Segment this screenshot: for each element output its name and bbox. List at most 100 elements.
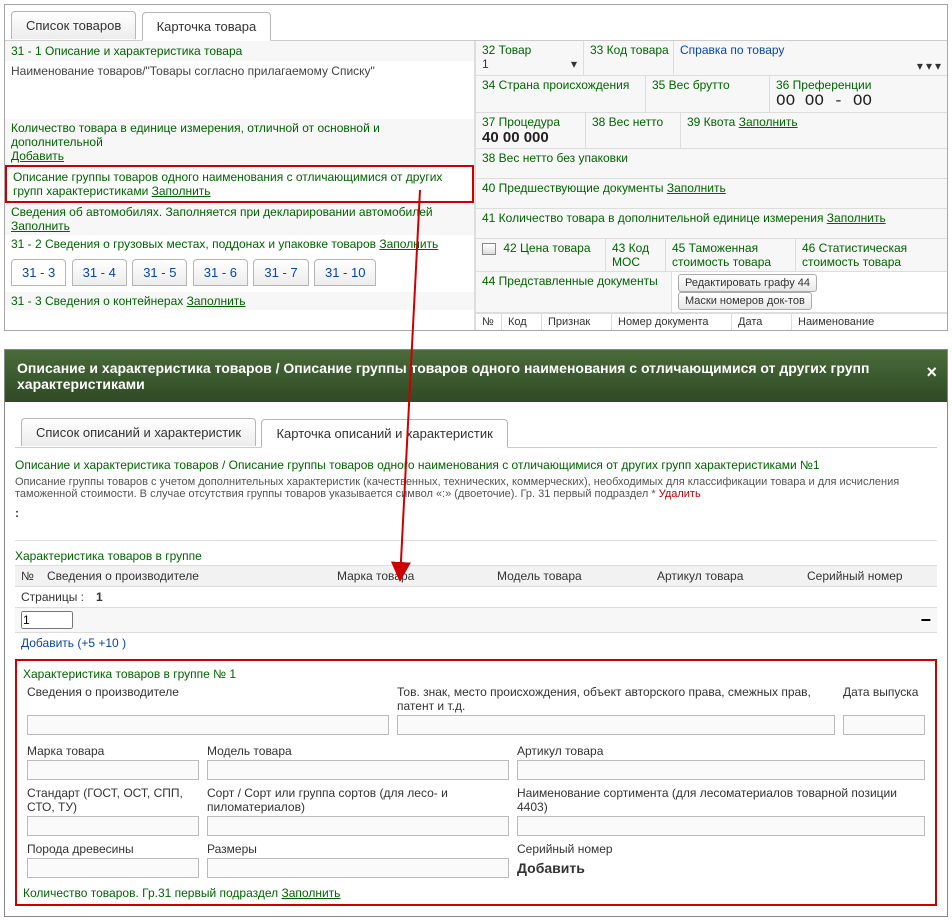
- add-rows-link[interactable]: Добавить (+5 +10 ): [21, 636, 126, 650]
- f-brand-input[interactable]: [27, 760, 199, 780]
- box-title: Характеристика товаров в группе № 1: [23, 665, 929, 683]
- c34-header: 34 Страна происхождения: [482, 78, 639, 92]
- desc-headline: Описание и характеристика товаров / Опис…: [15, 456, 937, 474]
- cth-brand: Марка товара: [331, 566, 491, 586]
- f-tm-input[interactable]: [397, 715, 835, 735]
- f-sort-input[interactable]: [207, 816, 509, 836]
- doc-masks-button[interactable]: Маски номеров док-тов: [678, 292, 812, 310]
- dialog-tabbar: Список описаний и характеристик Карточка…: [15, 412, 937, 448]
- right-column: 32 Товар 1 ▾ 33 Код товара Справка по то…: [475, 41, 947, 330]
- sec-31-3-fill-link[interactable]: Заполнить: [187, 294, 246, 308]
- f-date-label: Дата выпуска: [839, 683, 929, 715]
- delete-link[interactable]: Удалить: [659, 488, 701, 500]
- c37-header: 37 Процедура: [482, 115, 579, 129]
- cth-prod: Сведения о производителе: [41, 566, 331, 586]
- qty-fill-link[interactable]: Заполнить: [282, 886, 341, 900]
- sec31-subtabs: 31 - 3 31 - 4 31 - 5 31 - 6 31 - 7 31 - …: [5, 253, 474, 292]
- f-model-label: Модель товара: [203, 742, 513, 760]
- f-sortname-input[interactable]: [517, 816, 925, 836]
- add-characteristic-button[interactable]: Добавить: [513, 858, 929, 882]
- tab-desc-list[interactable]: Список описаний и характеристик: [21, 418, 256, 446]
- tab-desc-card[interactable]: Карточка описаний и характеристик: [261, 419, 507, 448]
- qty-other-unit-label: Количество товара в единице измерения, о…: [11, 120, 380, 150]
- qty-label: Количество товаров. Гр.31 первый подразд…: [23, 884, 278, 902]
- f-sortname-label: Наименование сортимента (для лесоматериа…: [513, 784, 929, 816]
- sec-31-2-label: 31 - 2 Сведения о грузовых местах, поддо…: [11, 236, 376, 252]
- subtab-31-7[interactable]: 31 - 7: [253, 259, 308, 286]
- c44-table-header: № Код Признак Номер документа Дата Наиме…: [475, 313, 947, 330]
- c44-header: 44 Представленные документы: [482, 274, 665, 288]
- left-column: 31 - 1 Описание и характеристика товара …: [5, 41, 475, 330]
- th-code: Код: [501, 314, 541, 330]
- c41-fill-link[interactable]: Заполнить: [827, 211, 886, 225]
- close-icon[interactable]: ×: [926, 362, 937, 383]
- group-desc-highlight: Описание группы товаров одного наименова…: [5, 165, 474, 203]
- f-sort-label: Сорт / Сорт или группа сортов (для лесо-…: [203, 784, 513, 816]
- group-desc-fill-link[interactable]: Заполнить: [152, 184, 211, 198]
- add-qty-unit-link[interactable]: Добавить: [11, 149, 64, 163]
- th-name: Наименование: [791, 314, 947, 330]
- c45-header: 45 Таможенная стоимость товара: [672, 241, 789, 269]
- sec-31-1-header: 31 - 1 Описание и характеристика товара: [11, 43, 468, 59]
- row-number-input[interactable]: [21, 611, 73, 629]
- c38-header: 38 Вес нетто: [592, 115, 674, 129]
- th-docno: Номер документа: [611, 314, 731, 330]
- remove-row-button[interactable]: −: [914, 610, 937, 631]
- c32-header: 32 Товар: [482, 43, 577, 57]
- pages-label: Страницы :: [15, 588, 90, 606]
- sec-31-3-label: 31 - 3 Сведения о контейнерах: [11, 293, 183, 309]
- f-size-label: Размеры: [203, 840, 513, 858]
- subtab-31-4[interactable]: 31 - 4: [72, 259, 127, 286]
- f-model-input[interactable]: [207, 760, 509, 780]
- subtab-31-6[interactable]: 31 - 6: [193, 259, 248, 286]
- c33-header: 33 Код товара: [590, 43, 667, 57]
- f-prod-label: Сведения о производителе: [23, 683, 393, 715]
- f-art-label: Артикул товара: [513, 742, 929, 760]
- sec-31-2-fill-link[interactable]: Заполнить: [379, 237, 438, 251]
- top-tabbar: Список товаров Карточка товара: [5, 5, 947, 41]
- f-date-input[interactable]: [843, 715, 925, 735]
- f-serial-label: Серийный номер: [513, 840, 929, 858]
- goods-name-label: Наименование товаров/"Товары согласно пр…: [11, 63, 468, 79]
- page-number: 1: [90, 588, 109, 606]
- cth-model: Модель товара: [491, 566, 651, 586]
- c43-header: 43 Код МОС: [612, 241, 659, 269]
- desc-note: Описание группы товаров с учетом дополни…: [15, 476, 899, 500]
- cth-art: Артикул товара: [651, 566, 801, 586]
- char-group-header: Характеристика товаров в группе: [15, 547, 937, 565]
- c40-header: 40 Предшествующие документы: [482, 181, 663, 195]
- f-wood-input[interactable]: [27, 858, 199, 878]
- subtab-31-10[interactable]: 31 - 10: [314, 259, 376, 286]
- th-sign: Признак: [541, 314, 611, 330]
- c33-help-link[interactable]: Справка по товару: [680, 43, 784, 57]
- c35-header: 35 Вес брутто: [652, 78, 763, 92]
- th-no: №: [475, 314, 501, 330]
- c36-value: ОО ОО - ОО: [776, 92, 941, 110]
- f-std-input[interactable]: [27, 816, 199, 836]
- c32-value: 1: [482, 57, 489, 71]
- autos-fill-link[interactable]: Заполнить: [11, 219, 70, 233]
- colon-value: :: [15, 502, 937, 534]
- c39-fill-link[interactable]: Заполнить: [739, 115, 798, 129]
- doc-icon: [482, 243, 496, 255]
- f-brand-label: Марка товара: [23, 742, 203, 760]
- subtab-31-3[interactable]: 31 - 3: [11, 259, 66, 286]
- c41-header: 41 Количество товара в дополнительной ед…: [482, 211, 823, 225]
- dialog-titlebar: Описание и характеристика товаров / Опис…: [5, 350, 947, 402]
- c36-header: 36 Преференции: [776, 78, 941, 92]
- c40-fill-link[interactable]: Заполнить: [667, 181, 726, 195]
- tab-goods-list[interactable]: Список товаров: [11, 11, 136, 39]
- f-prod-input[interactable]: [27, 715, 389, 735]
- f-size-input[interactable]: [207, 858, 509, 878]
- c46-header: 46 Статистическая стоимость товара: [802, 241, 941, 269]
- cth-no: №: [15, 566, 41, 586]
- f-tm-label: Тов. знак, место происхождения, объект а…: [393, 683, 839, 715]
- subtab-31-5[interactable]: 31 - 5: [132, 259, 187, 286]
- characteristics-form-box: Характеристика товаров в группе № 1 Свед…: [15, 659, 937, 906]
- c38b-header: 38 Вес нетто без упаковки: [482, 151, 941, 165]
- tab-goods-card[interactable]: Карточка товара: [142, 12, 272, 41]
- autos-label: Сведения об автомобилях. Заполняется при…: [11, 204, 433, 220]
- f-art-input[interactable]: [517, 760, 925, 780]
- f-std-label: Стандарт (ГОСТ, ОСТ, СПП, СТО, ТУ): [23, 784, 203, 816]
- edit-col44-button[interactable]: Редактировать графу 44: [678, 274, 817, 292]
